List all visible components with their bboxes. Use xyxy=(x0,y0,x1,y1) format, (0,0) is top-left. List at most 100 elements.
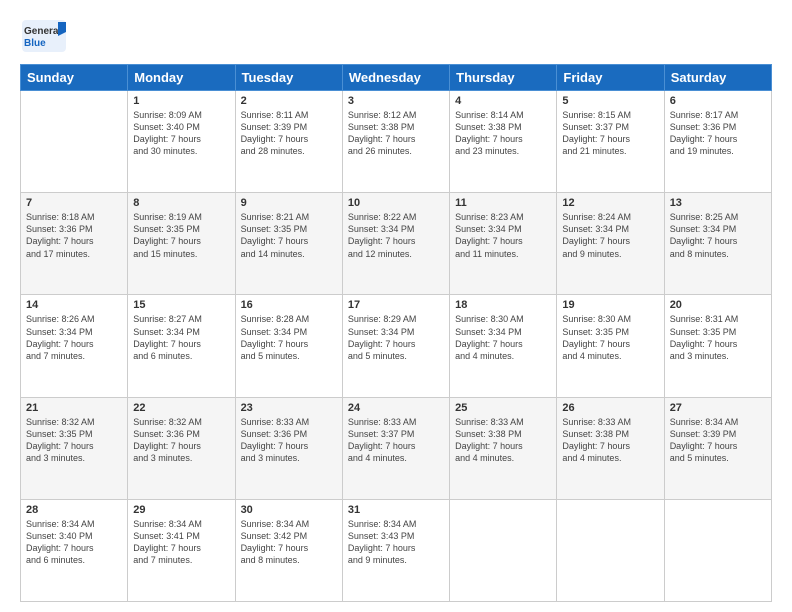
calendar-cell: 7 Sunrise: 8:18 AM Sunset: 3:36 PM Daylig… xyxy=(21,193,128,295)
day-number: 2 xyxy=(241,95,337,107)
day-number: 5 xyxy=(562,95,658,107)
calendar-cell: 27 Sunrise: 8:34 AM Sunset: 3:39 PM Dayli… xyxy=(664,397,771,499)
day-info: Sunrise: 8:32 AM Sunset: 3:36 PM Dayligh… xyxy=(133,416,229,465)
day-info: Sunrise: 8:34 AM Sunset: 3:40 PM Dayligh… xyxy=(26,518,122,567)
day-info: Sunrise: 8:29 AM Sunset: 3:34 PM Dayligh… xyxy=(348,313,444,362)
calendar-cell: 26Sunrise: 8:33 AM Sunset: 3:38 PM Dayli… xyxy=(557,397,664,499)
day-number: 4 xyxy=(455,95,551,107)
calendar-cell: 24 Sunrise: 8:33 AM Sunset: 3:37 PM Dayli… xyxy=(342,397,449,499)
day-info: Sunrise: 8:33 AM Sunset: 3:37 PM Dayligh… xyxy=(348,416,444,465)
svg-text:General: General xyxy=(24,26,61,37)
calendar-day-header: Thursday xyxy=(450,65,557,91)
calendar-day-header: Friday xyxy=(557,65,664,91)
calendar-cell: 10 Sunrise: 8:22 AM Sunset: 3:34 PM Dayli… xyxy=(342,193,449,295)
calendar-day-header: Monday xyxy=(128,65,235,91)
calendar-cell: 21 Sunrise: 8:32 AM Sunset: 3:35 PM Dayli… xyxy=(21,397,128,499)
day-number: 23 xyxy=(241,402,337,414)
day-number: 1 xyxy=(133,95,229,107)
day-number: 8 xyxy=(133,197,229,209)
day-number: 29 xyxy=(133,504,229,516)
day-info: Sunrise: 8:34 AM Sunset: 3:42 PM Dayligh… xyxy=(241,518,337,567)
calendar-cell: 8 Sunrise: 8:19 AM Sunset: 3:35 PM Daylig… xyxy=(128,193,235,295)
calendar-cell: 2 Sunrise: 8:11 AM Sunset: 3:39 PM Daylig… xyxy=(235,91,342,193)
day-info: Sunrise: 8:25 AM Sunset: 3:34 PM Dayligh… xyxy=(670,211,766,260)
calendar-cell: 9Sunrise: 8:21 AM Sunset: 3:35 PM Daylig… xyxy=(235,193,342,295)
day-info: Sunrise: 8:09 AM Sunset: 3:40 PM Dayligh… xyxy=(133,109,229,158)
day-number: 7 xyxy=(26,197,122,209)
day-info: Sunrise: 8:22 AM Sunset: 3:34 PM Dayligh… xyxy=(348,211,444,260)
calendar-week-row: 1 Sunrise: 8:09 AM Sunset: 3:40 PM Daylig… xyxy=(21,91,772,193)
day-info: Sunrise: 8:27 AM Sunset: 3:34 PM Dayligh… xyxy=(133,313,229,362)
calendar-cell: 20 Sunrise: 8:31 AM Sunset: 3:35 PM Dayli… xyxy=(664,295,771,397)
day-info: Sunrise: 8:30 AM Sunset: 3:34 PM Dayligh… xyxy=(455,313,551,362)
calendar-cell: 16 Sunrise: 8:28 AM Sunset: 3:34 PM Dayli… xyxy=(235,295,342,397)
calendar-cell: 31 Sunrise: 8:34 AM Sunset: 3:43 PM Dayli… xyxy=(342,499,449,601)
calendar-cell: 19 Sunrise: 8:30 AM Sunset: 3:35 PM Dayli… xyxy=(557,295,664,397)
day-number: 21 xyxy=(26,402,122,414)
day-number: 22 xyxy=(133,402,229,414)
day-info: Sunrise: 8:33 AM Sunset: 3:36 PM Dayligh… xyxy=(241,416,337,465)
day-info: Sunrise: 8:30 AM Sunset: 3:35 PM Dayligh… xyxy=(562,313,658,362)
calendar-day-header: Sunday xyxy=(21,65,128,91)
day-info: Sunrise: 8:28 AM Sunset: 3:34 PM Dayligh… xyxy=(241,313,337,362)
day-number: 25 xyxy=(455,402,551,414)
calendar-table: SundayMondayTuesdayWednesdayThursdayFrid… xyxy=(20,64,772,602)
calendar-cell xyxy=(664,499,771,601)
day-number: 10 xyxy=(348,197,444,209)
day-info: Sunrise: 8:17 AM Sunset: 3:36 PM Dayligh… xyxy=(670,109,766,158)
day-info: Sunrise: 8:18 AM Sunset: 3:36 PM Dayligh… xyxy=(26,211,122,260)
day-number: 15 xyxy=(133,299,229,311)
day-number: 20 xyxy=(670,299,766,311)
calendar-cell: 22 Sunrise: 8:32 AM Sunset: 3:36 PM Dayli… xyxy=(128,397,235,499)
calendar-cell: 23 Sunrise: 8:33 AM Sunset: 3:36 PM Dayli… xyxy=(235,397,342,499)
calendar-cell: 30Sunrise: 8:34 AM Sunset: 3:42 PM Dayli… xyxy=(235,499,342,601)
day-number: 14 xyxy=(26,299,122,311)
day-number: 26 xyxy=(562,402,658,414)
day-number: 18 xyxy=(455,299,551,311)
day-info: Sunrise: 8:24 AM Sunset: 3:34 PM Dayligh… xyxy=(562,211,658,260)
day-info: Sunrise: 8:31 AM Sunset: 3:35 PM Dayligh… xyxy=(670,313,766,362)
calendar-day-header: Saturday xyxy=(664,65,771,91)
calendar-day-header: Tuesday xyxy=(235,65,342,91)
day-number: 9 xyxy=(241,197,337,209)
day-info: Sunrise: 8:11 AM Sunset: 3:39 PM Dayligh… xyxy=(241,109,337,158)
day-number: 27 xyxy=(670,402,766,414)
calendar-cell: 14 Sunrise: 8:26 AM Sunset: 3:34 PM Dayli… xyxy=(21,295,128,397)
calendar-cell: 29Sunrise: 8:34 AM Sunset: 3:41 PM Dayli… xyxy=(128,499,235,601)
day-number: 19 xyxy=(562,299,658,311)
calendar-cell: 4Sunrise: 8:14 AM Sunset: 3:38 PM Daylig… xyxy=(450,91,557,193)
day-number: 11 xyxy=(455,197,551,209)
calendar-week-row: 7 Sunrise: 8:18 AM Sunset: 3:36 PM Daylig… xyxy=(21,193,772,295)
svg-text:Blue: Blue xyxy=(24,38,46,49)
calendar-body: 1 Sunrise: 8:09 AM Sunset: 3:40 PM Daylig… xyxy=(21,91,772,602)
calendar-cell xyxy=(21,91,128,193)
logo: General Blue xyxy=(20,18,68,54)
day-number: 24 xyxy=(348,402,444,414)
calendar-cell: 15 Sunrise: 8:27 AM Sunset: 3:34 PM Dayli… xyxy=(128,295,235,397)
day-info: Sunrise: 8:12 AM Sunset: 3:38 PM Dayligh… xyxy=(348,109,444,158)
day-info: Sunrise: 8:32 AM Sunset: 3:35 PM Dayligh… xyxy=(26,416,122,465)
day-info: Sunrise: 8:19 AM Sunset: 3:35 PM Dayligh… xyxy=(133,211,229,260)
day-info: Sunrise: 8:34 AM Sunset: 3:43 PM Dayligh… xyxy=(348,518,444,567)
day-number: 17 xyxy=(348,299,444,311)
calendar-cell xyxy=(450,499,557,601)
day-number: 3 xyxy=(348,95,444,107)
calendar-cell: 1 Sunrise: 8:09 AM Sunset: 3:40 PM Daylig… xyxy=(128,91,235,193)
calendar-week-row: 28 Sunrise: 8:34 AM Sunset: 3:40 PM Dayli… xyxy=(21,499,772,601)
day-info: Sunrise: 8:34 AM Sunset: 3:39 PM Dayligh… xyxy=(670,416,766,465)
calendar-cell: 28 Sunrise: 8:34 AM Sunset: 3:40 PM Dayli… xyxy=(21,499,128,601)
calendar-cell: 17 Sunrise: 8:29 AM Sunset: 3:34 PM Dayli… xyxy=(342,295,449,397)
calendar-header-row: SundayMondayTuesdayWednesdayThursdayFrid… xyxy=(21,65,772,91)
calendar-cell: 18 Sunrise: 8:30 AM Sunset: 3:34 PM Dayli… xyxy=(450,295,557,397)
day-number: 31 xyxy=(348,504,444,516)
day-info: Sunrise: 8:15 AM Sunset: 3:37 PM Dayligh… xyxy=(562,109,658,158)
calendar-cell: 11Sunrise: 8:23 AM Sunset: 3:34 PM Dayli… xyxy=(450,193,557,295)
calendar-day-header: Wednesday xyxy=(342,65,449,91)
calendar-week-row: 14 Sunrise: 8:26 AM Sunset: 3:34 PM Dayli… xyxy=(21,295,772,397)
calendar-cell: 25Sunrise: 8:33 AM Sunset: 3:38 PM Dayli… xyxy=(450,397,557,499)
calendar-cell: 13 Sunrise: 8:25 AM Sunset: 3:34 PM Dayli… xyxy=(664,193,771,295)
day-number: 28 xyxy=(26,504,122,516)
day-info: Sunrise: 8:26 AM Sunset: 3:34 PM Dayligh… xyxy=(26,313,122,362)
day-number: 13 xyxy=(670,197,766,209)
day-number: 16 xyxy=(241,299,337,311)
